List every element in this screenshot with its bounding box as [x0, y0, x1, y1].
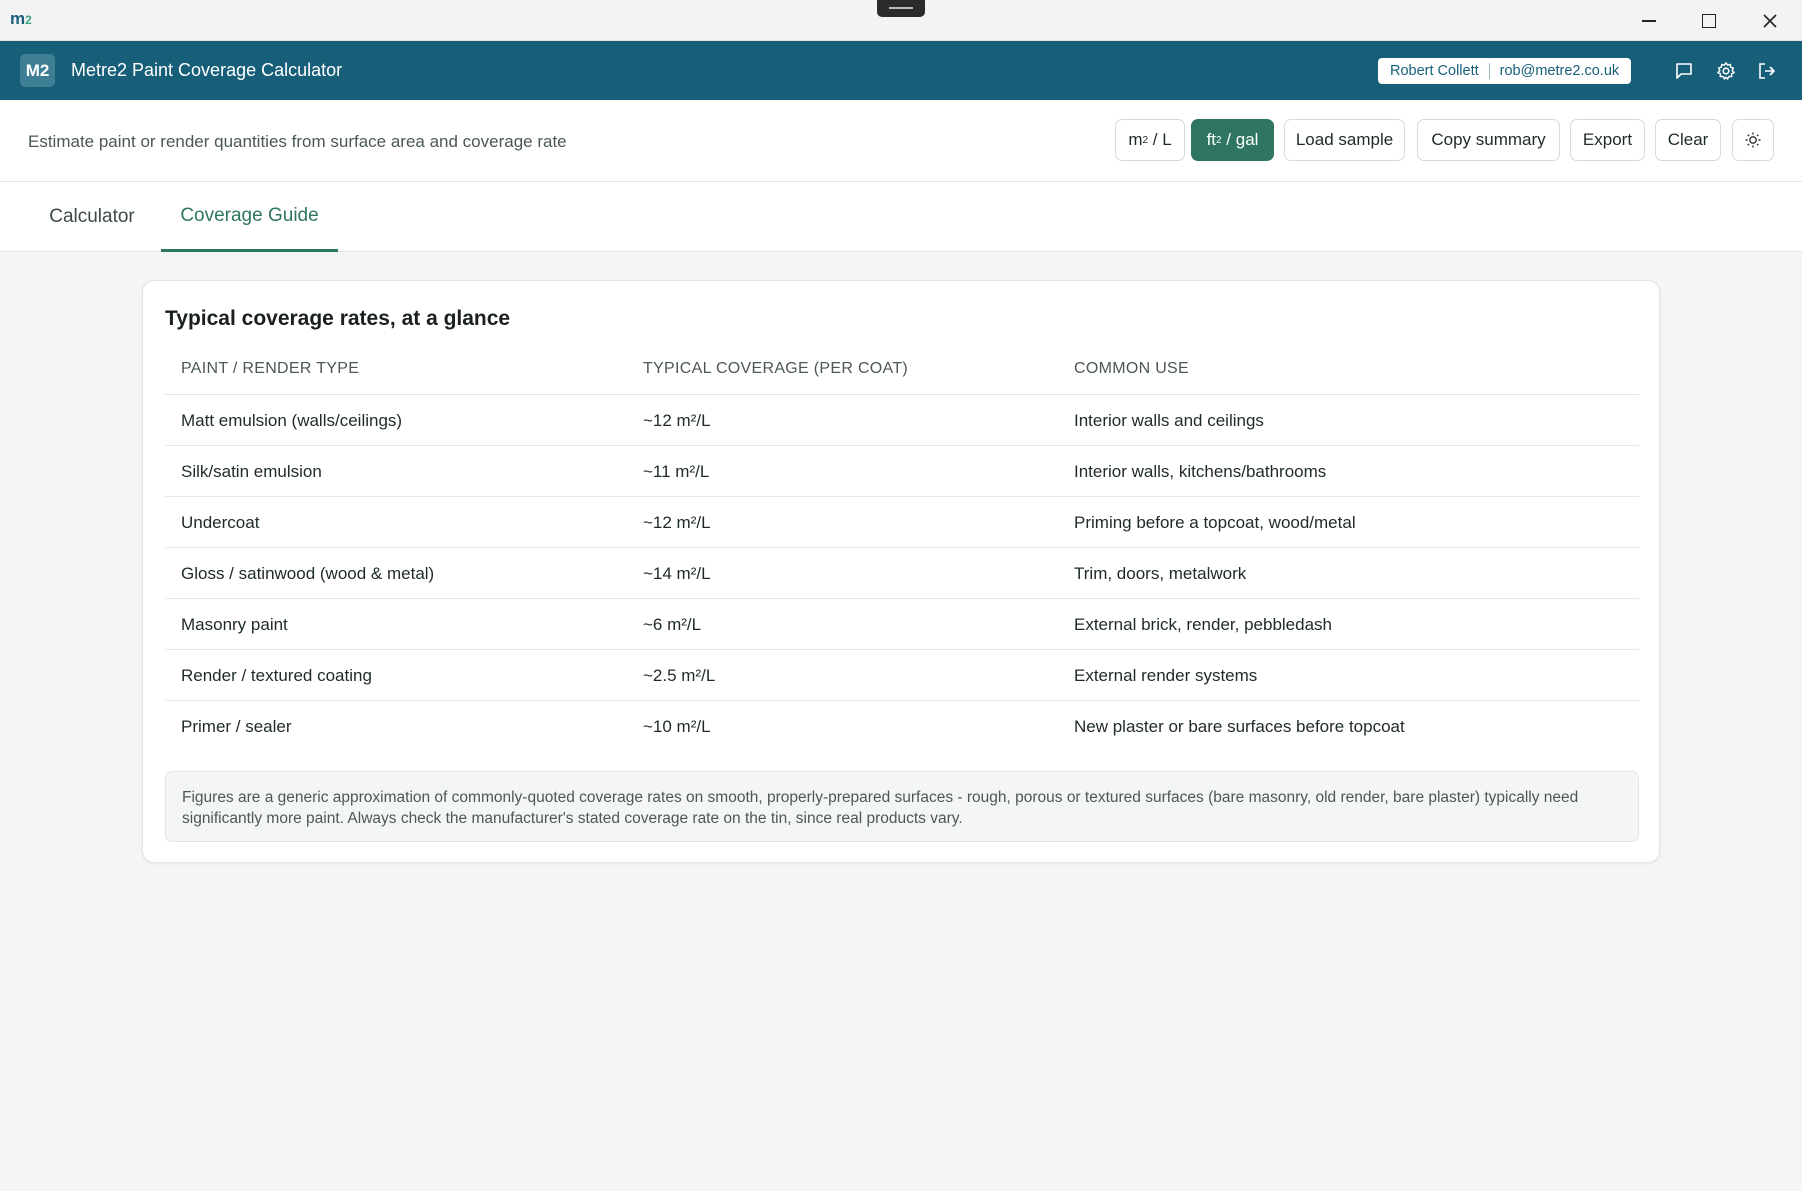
cell-use: Priming before a topcoat, wood/metal	[1074, 513, 1356, 532]
table-row: Undercoat ~12 m²/L Priming before a topc…	[165, 497, 1639, 548]
column-header-use: COMMON USE	[1074, 360, 1189, 377]
column-header-coverage: TYPICAL COVERAGE (PER COAT)	[643, 360, 909, 377]
user-email: rob@metre2.co.uk	[1499, 63, 1620, 79]
maximize-button[interactable]	[1686, 6, 1732, 36]
logout-icon	[1759, 63, 1775, 79]
app-title: Metre2 Paint Coverage Calculator	[71, 60, 343, 80]
cell-coverage: ~2.5 m²/L	[643, 666, 716, 685]
unit-metric-button[interactable]: m2 / L	[1115, 119, 1185, 161]
table-row: Masonry paint ~6 m²/L External brick, re…	[165, 599, 1639, 650]
table-header: PAINT / RENDER TYPE TYPICAL COVERAGE (PE…	[165, 341, 1639, 395]
table-row: Silk/satin emulsion ~11 m²/L Interior wa…	[165, 446, 1639, 497]
app-logo-icon: m2	[10, 9, 32, 28]
unit-metric-base: m	[1128, 130, 1143, 149]
cell-use: New plaster or bare surfaces before topc…	[1074, 717, 1405, 736]
unit-imperial-base: ft	[1206, 130, 1217, 149]
close-icon	[1763, 14, 1777, 28]
cell-use: External brick, render, pebbledash	[1074, 615, 1332, 634]
cell-type: Render / textured coating	[181, 666, 372, 685]
minimize-icon	[1642, 20, 1656, 22]
cell-type: Gloss / satinwood (wood & metal)	[181, 564, 435, 583]
tab-calculator[interactable]: Calculator	[26, 182, 158, 252]
cell-use: Trim, doors, metalwork	[1074, 564, 1247, 583]
minimize-button[interactable]	[1626, 6, 1672, 36]
cell-type: Primer / sealer	[181, 717, 292, 736]
gear-icon	[1717, 62, 1735, 80]
cell-type: Matt emulsion (walls/ceilings)	[181, 411, 403, 430]
cell-use: External render systems	[1074, 666, 1258, 685]
cell-coverage: ~12 m²/L	[643, 513, 711, 532]
cell-use: Interior walls and ceilings	[1074, 411, 1264, 430]
cell-coverage: ~12 m²/L	[643, 411, 711, 430]
column-header-type: PAINT / RENDER TYPE	[181, 360, 360, 377]
cell-coverage: ~6 m²/L	[643, 615, 702, 634]
sun-icon	[1745, 132, 1761, 148]
coverage-guide-card: Typical coverage rates, at a glance PAIN…	[142, 280, 1660, 863]
export-button[interactable]: Export	[1570, 119, 1645, 161]
os-title-bar: m2	[0, 0, 1802, 41]
window-drag-handle[interactable]	[877, 0, 925, 17]
cell-coverage: ~14 m²/L	[643, 564, 711, 583]
tab-coverage-guide[interactable]: Coverage Guide	[161, 182, 338, 252]
coverage-disclaimer-note: Figures are a generic approximation of c…	[165, 771, 1639, 842]
clear-button[interactable]: Clear	[1655, 119, 1721, 161]
table-row: Matt emulsion (walls/ceilings) ~12 m²/L …	[165, 395, 1639, 446]
cell-use: Interior walls, kitchens/bathrooms	[1074, 462, 1327, 481]
user-chip-divider	[1488, 63, 1490, 79]
cell-coverage: ~10 m²/L	[643, 717, 711, 736]
table-row: Gloss / satinwood (wood & metal) ~14 m²/…	[165, 548, 1639, 599]
unit-imperial-button[interactable]: ft 2 / gal	[1191, 119, 1274, 161]
settings-button[interactable]	[1712, 57, 1740, 85]
page-subtitle: Estimate paint or render quantities from…	[28, 132, 567, 151]
app-header: M2 Metre2 Paint Coverage Calculator Robe…	[0, 41, 1802, 100]
unit-imperial-rest: / gal	[1221, 130, 1259, 149]
close-window-button[interactable]	[1747, 6, 1793, 36]
cell-type: Undercoat	[181, 513, 260, 532]
card-title: Typical coverage rates, at a glance	[165, 307, 511, 330]
table-row: Primer / sealer ~10 m²/L New plaster or …	[165, 701, 1639, 752]
tab-bar: Calculator Coverage Guide	[0, 182, 1802, 252]
theme-toggle-button[interactable]	[1732, 119, 1774, 161]
cell-type: Masonry paint	[181, 615, 288, 634]
user-name: Robert Collett	[1390, 63, 1479, 79]
logout-button[interactable]	[1753, 57, 1781, 85]
load-sample-button[interactable]: Load sample	[1284, 119, 1405, 161]
unit-metric-rest: / L	[1148, 130, 1172, 149]
feedback-button[interactable]	[1670, 57, 1698, 85]
copy-summary-button[interactable]: Copy summary	[1417, 119, 1560, 161]
table-row: Render / textured coating ~2.5 m²/L Exte…	[165, 650, 1639, 701]
chat-icon	[1676, 63, 1692, 79]
coverage-table: PAINT / RENDER TYPE TYPICAL COVERAGE (PE…	[165, 341, 1639, 752]
maximize-icon	[1702, 14, 1716, 28]
cell-coverage: ~11 m²/L	[643, 462, 710, 481]
brand-badge: M2	[20, 54, 55, 87]
cell-type: Silk/satin emulsion	[181, 462, 322, 481]
user-chip[interactable]: Robert Collett rob@metre2.co.uk	[1378, 58, 1632, 84]
toolbar: Estimate paint or render quantities from…	[0, 100, 1802, 182]
